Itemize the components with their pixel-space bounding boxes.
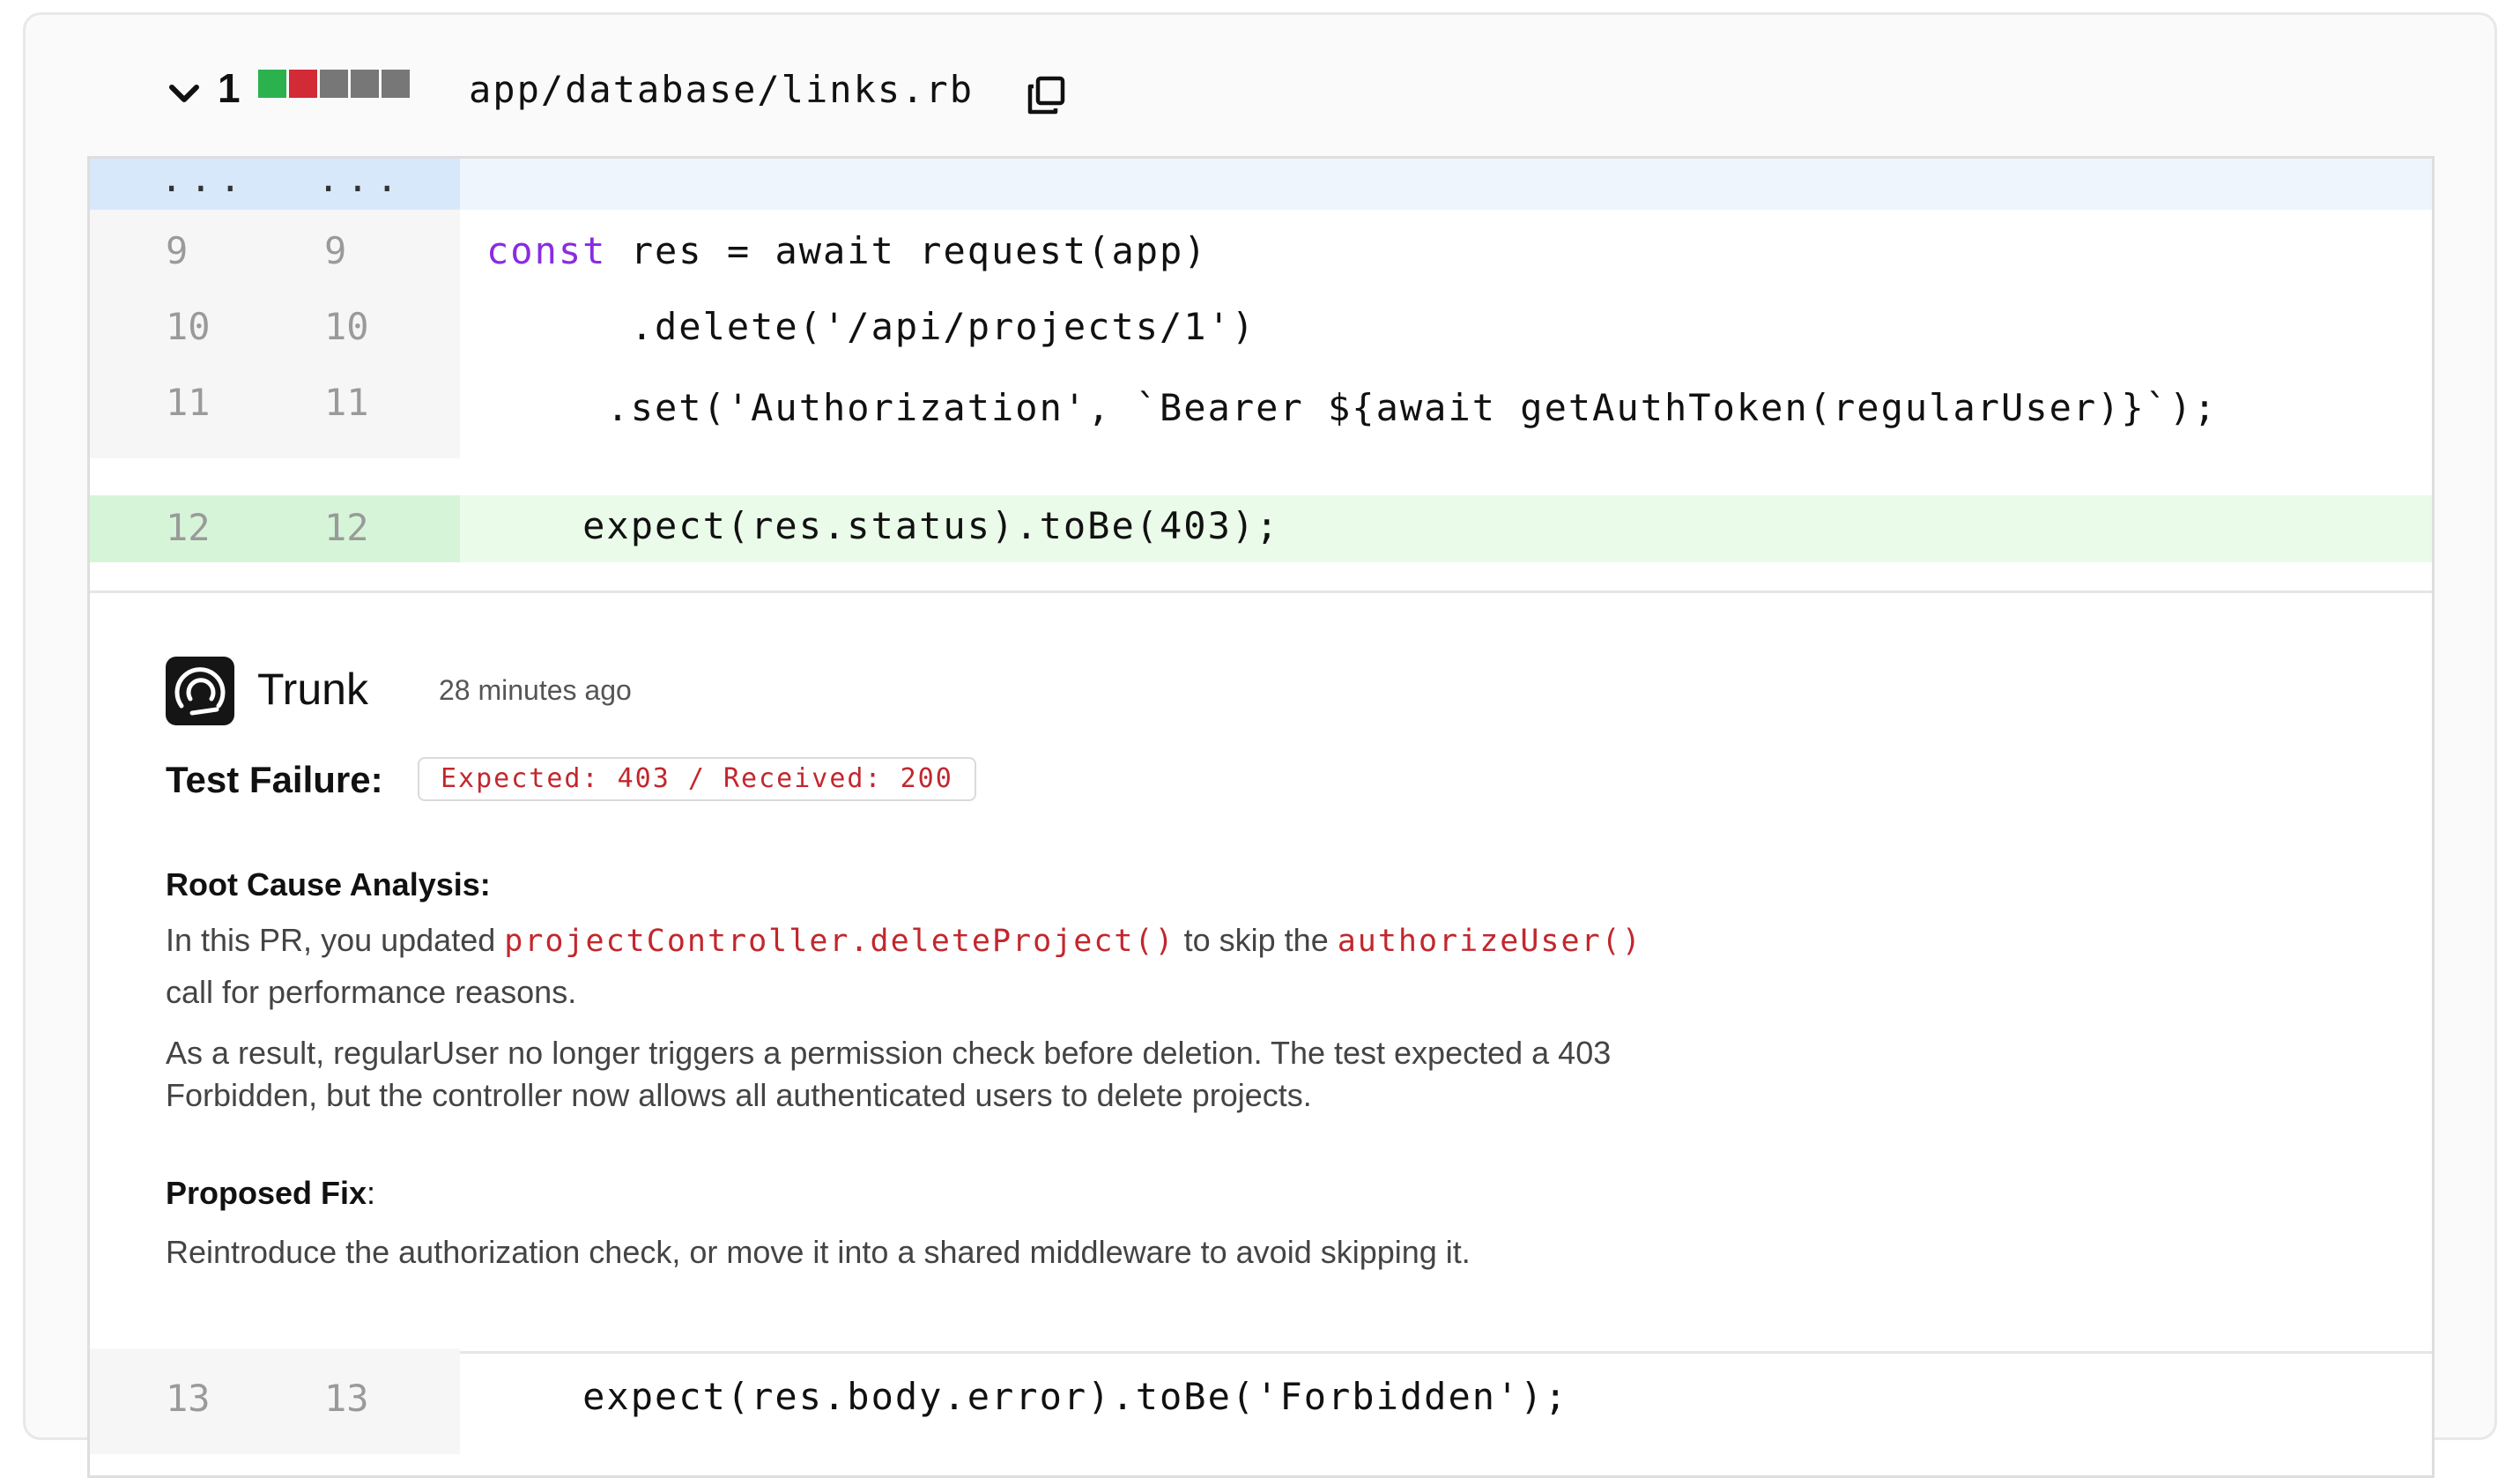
- hunk-expander-row[interactable]: ... ...: [90, 159, 2432, 210]
- line-number-old: 9: [166, 229, 189, 272]
- line-number-new: 11: [324, 381, 369, 424]
- diff-line: 9 9 const res = await request(app): [90, 210, 2432, 286]
- diff-line-highlighted: 12 12 expect(res.status).toBe(403);: [90, 495, 2432, 562]
- proposed-fix-text: Reintroduce the authorization check, or …: [166, 1234, 1471, 1270]
- diff-line: 11 11 .set('Authorization', `Bearer ${aw…: [90, 361, 2432, 458]
- code-line: .delete('/api/projects/1'): [486, 305, 1256, 348]
- gutter: [90, 286, 460, 361]
- line-number-new: 10: [324, 305, 369, 348]
- rca-text: to skip the: [1183, 922, 1329, 958]
- code-line: const res = await request(app): [486, 229, 1208, 272]
- line-number-old: 11: [166, 381, 211, 424]
- file-diff-card: 1 app/database/links.rb ... ... 9 9 cons…: [23, 12, 2497, 1478]
- copy-icon[interactable]: [1025, 73, 1069, 117]
- test-failure-badge: Expected: 403 / Received: 200: [418, 757, 976, 801]
- trunk-logo-icon: [166, 657, 234, 725]
- gutter: [90, 1348, 460, 1454]
- line-number-new: 13: [324, 1377, 369, 1420]
- change-square-removed: [289, 70, 317, 98]
- gutter: [90, 210, 460, 286]
- ai-review-comment: Trunk 28 minutes ago Test Failure: Expec…: [90, 590, 2432, 1354]
- change-square-neutral: [351, 70, 379, 98]
- change-square-neutral: [320, 70, 348, 98]
- proposed-fix-label: Proposed Fix: [166, 1175, 367, 1211]
- file-path[interactable]: app/database/links.rb: [469, 68, 974, 111]
- line-number-new: 9: [324, 229, 347, 272]
- diff-line: 13 13 expect(res.body.error).toBe('Forbi…: [90, 1348, 2432, 1454]
- file-header: 1 app/database/links.rb: [26, 15, 2494, 147]
- code-line: expect(res.body.error).toBe('Forbidden')…: [486, 1375, 1568, 1418]
- gutter: [90, 495, 460, 562]
- change-stat-squares: [258, 70, 412, 98]
- change-square-neutral: [382, 70, 410, 98]
- test-failure-label: Test Failure:: [166, 759, 383, 800]
- line-number-old: 13: [166, 1377, 211, 1420]
- hunk-marker-old[interactable]: ...: [160, 159, 248, 200]
- comment-timestamp: 28 minutes ago: [439, 674, 632, 706]
- line-number-old: 12: [166, 506, 211, 549]
- diff-view: ... ... 9 9 const res = await request(ap…: [87, 156, 2435, 1478]
- inline-code: projectController.deleteProject(): [504, 924, 1175, 959]
- code-keyword: const: [486, 229, 607, 272]
- line-number-new: 12: [324, 506, 369, 549]
- change-square-added: [258, 70, 286, 98]
- chevron-down-icon[interactable]: [167, 77, 202, 112]
- code-line: .set('Authorization', `Bearer ${await ge…: [486, 386, 2218, 429]
- proposed-fix-colon: :: [367, 1175, 376, 1211]
- gutter: [90, 361, 460, 458]
- line-number-old: 10: [166, 305, 211, 348]
- proposed-fix-heading: Proposed Fix:: [166, 1175, 375, 1212]
- rca-heading: Root Cause Analysis:: [166, 866, 491, 902]
- file-index: 1: [218, 65, 241, 111]
- comment-author[interactable]: Trunk: [257, 664, 368, 715]
- rca-text: In this PR, you updated: [166, 922, 496, 958]
- diff-line: 10 10 .delete('/api/projects/1'): [90, 286, 2432, 361]
- inline-code: authorizeUser(): [1337, 924, 1642, 959]
- rca-paragraph-2: As a result, regularUser no longer trigg…: [166, 1035, 1612, 1113]
- rca-paragraph-1: In this PR, you updated projectController…: [166, 919, 1769, 1014]
- hunk-marker-new[interactable]: ...: [317, 159, 405, 200]
- code-text: res = await request(app): [606, 229, 1208, 272]
- code-line: expect(res.status).toBe(403);: [486, 504, 1280, 547]
- rca-text: call for performance reasons.: [166, 974, 577, 1010]
